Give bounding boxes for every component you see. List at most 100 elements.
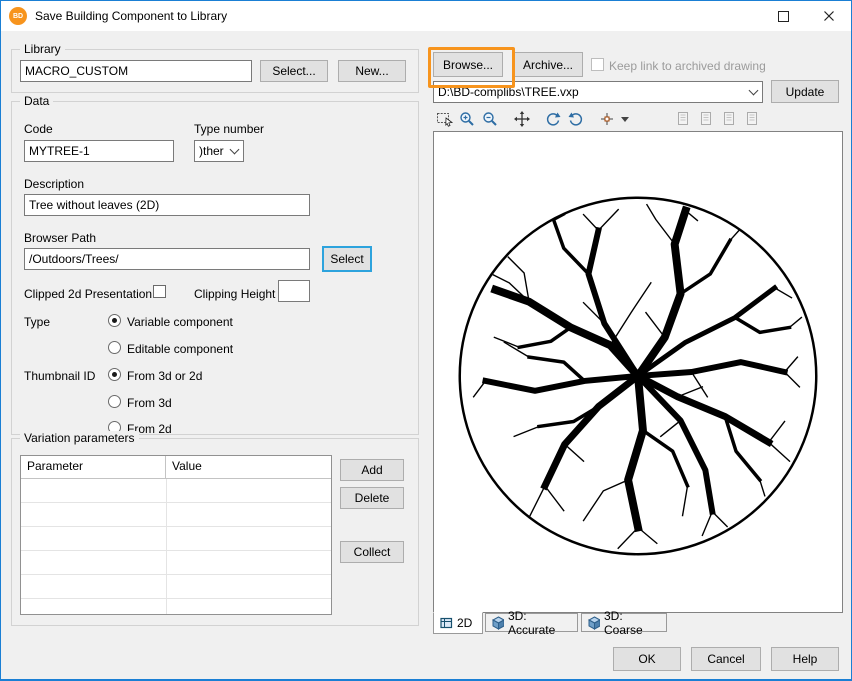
zoom-in-icon [459, 111, 476, 127]
zoom-out-button[interactable] [479, 109, 502, 129]
browse-button[interactable]: Browse... [433, 52, 503, 77]
column-header-value[interactable]: Value [166, 456, 208, 478]
data-group-label: Data [20, 94, 53, 108]
library-group-label: Library [20, 42, 65, 56]
thumbnail-id-label: Thumbnail ID [24, 369, 95, 383]
radio-from-3d-or-2d-label[interactable]: From 3d or 2d [127, 369, 202, 383]
library-new-button[interactable]: New... [338, 60, 406, 82]
clipping-height-input[interactable] [278, 280, 310, 302]
tab-3d-accurate[interactable]: 3D: Accurate [485, 613, 578, 632]
rotate-cw-button[interactable] [541, 109, 564, 129]
chevron-down-icon [230, 145, 240, 155]
data-group: Data Code Type number )ther Description … [11, 101, 419, 435]
radio-editable-component[interactable] [108, 341, 121, 354]
chevron-down-icon [621, 117, 629, 122]
table-row [21, 503, 331, 527]
description-input[interactable] [24, 194, 310, 216]
archive-file-path: D:\BD-complibs\TREE.vxp [438, 85, 579, 99]
update-button[interactable]: Update [771, 80, 839, 103]
tree-preview-drawing [434, 132, 842, 612]
3d-cube-icon [588, 616, 600, 630]
pan-icon [514, 111, 530, 127]
add-button[interactable]: Add [340, 459, 404, 481]
radio-from-3d-or-2d[interactable] [108, 368, 121, 381]
code-input[interactable] [24, 140, 174, 162]
library-name-input[interactable] [20, 60, 252, 82]
paste-icon [699, 111, 715, 127]
description-label: Description [24, 177, 84, 191]
radio-from-3d-label[interactable]: From 3d [127, 396, 172, 410]
variation-group: Variation parameters Parameter Value Add… [11, 438, 419, 626]
paste-icon [745, 111, 761, 127]
keep-link-checkbox [591, 58, 604, 71]
tab-2d[interactable]: 2D [433, 612, 483, 634]
table-row [21, 551, 331, 575]
type-label: Type [24, 315, 50, 329]
radio-variable-component-label[interactable]: Variable component [127, 315, 233, 329]
2d-view-icon [440, 617, 453, 629]
table-row [21, 575, 331, 599]
zoom-in-button[interactable] [456, 109, 479, 129]
type-number-combo[interactable]: )ther [194, 140, 244, 162]
radio-editable-component-label[interactable]: Editable component [127, 342, 233, 356]
tab-3d-coarse[interactable]: 3D: Coarse [581, 613, 667, 632]
app-icon: BD [9, 7, 27, 25]
clipped-2d-checkbox[interactable] [153, 285, 166, 298]
cancel-button[interactable]: Cancel [691, 647, 761, 671]
target-button[interactable] [595, 109, 618, 129]
paste-icon [676, 111, 692, 127]
variation-table-header: Parameter Value [21, 456, 331, 479]
rotate-cw-icon [545, 111, 561, 127]
maximize-button[interactable] [761, 1, 806, 31]
target-icon [600, 112, 614, 126]
archive-file-combo[interactable]: D:\BD-complibs\TREE.vxp [433, 81, 763, 103]
table-row [21, 527, 331, 551]
maximize-icon [778, 11, 789, 22]
window-title: Save Building Component to Library [35, 9, 227, 23]
tab-2d-label: 2D [457, 616, 472, 630]
toolbar-dropdown-button[interactable] [618, 109, 632, 129]
tab-3d-accurate-label: 3D: Accurate [508, 609, 571, 637]
paste-2-button [695, 109, 718, 129]
title-bar: BD Save Building Component to Library [1, 1, 851, 31]
browser-path-select-button[interactable]: Select [322, 246, 372, 272]
type-number-value: )ther [199, 144, 224, 158]
radio-from-3d[interactable] [108, 395, 121, 408]
paste-4-button [741, 109, 764, 129]
pan-button[interactable] [510, 109, 533, 129]
preview-viewport[interactable] [433, 131, 843, 613]
delete-button[interactable]: Delete [340, 487, 404, 509]
ok-button[interactable]: OK [613, 647, 681, 671]
paste-3-button [718, 109, 741, 129]
tab-3d-coarse-label: 3D: Coarse [604, 609, 660, 637]
preview-toolbar [433, 108, 843, 130]
archive-button[interactable]: Archive... [513, 52, 583, 77]
collect-button[interactable]: Collect [340, 541, 404, 563]
paste-1-button [672, 109, 695, 129]
close-icon [824, 11, 834, 21]
zoom-window-icon [436, 111, 454, 127]
column-header-parameter[interactable]: Parameter [21, 456, 166, 478]
browser-path-input[interactable] [24, 248, 310, 270]
dialog-window: BD Save Building Component to Library Li… [0, 0, 852, 681]
help-button[interactable]: Help [771, 647, 839, 671]
zoom-out-icon [482, 111, 499, 127]
3d-cube-icon [492, 616, 504, 630]
table-row [21, 599, 331, 615]
code-label: Code [24, 122, 53, 136]
clipped-2d-label: Clipped 2d Presentation [24, 287, 152, 301]
close-button[interactable] [806, 1, 851, 31]
type-number-label: Type number [194, 122, 264, 136]
paste-icon [722, 111, 738, 127]
zoom-window-button[interactable] [433, 109, 456, 129]
variation-group-label: Variation parameters [20, 431, 139, 445]
keep-link-label: Keep link to archived drawing [609, 59, 766, 73]
rotate-ccw-icon [568, 111, 584, 127]
chevron-down-icon [749, 86, 759, 96]
radio-variable-component[interactable] [108, 314, 121, 327]
library-select-button[interactable]: Select... [260, 60, 328, 82]
rotate-ccw-button[interactable] [564, 109, 587, 129]
variation-table[interactable]: Parameter Value [20, 455, 332, 615]
library-group: Library Select... New... [11, 49, 419, 93]
browser-path-label: Browser Path [24, 231, 96, 245]
